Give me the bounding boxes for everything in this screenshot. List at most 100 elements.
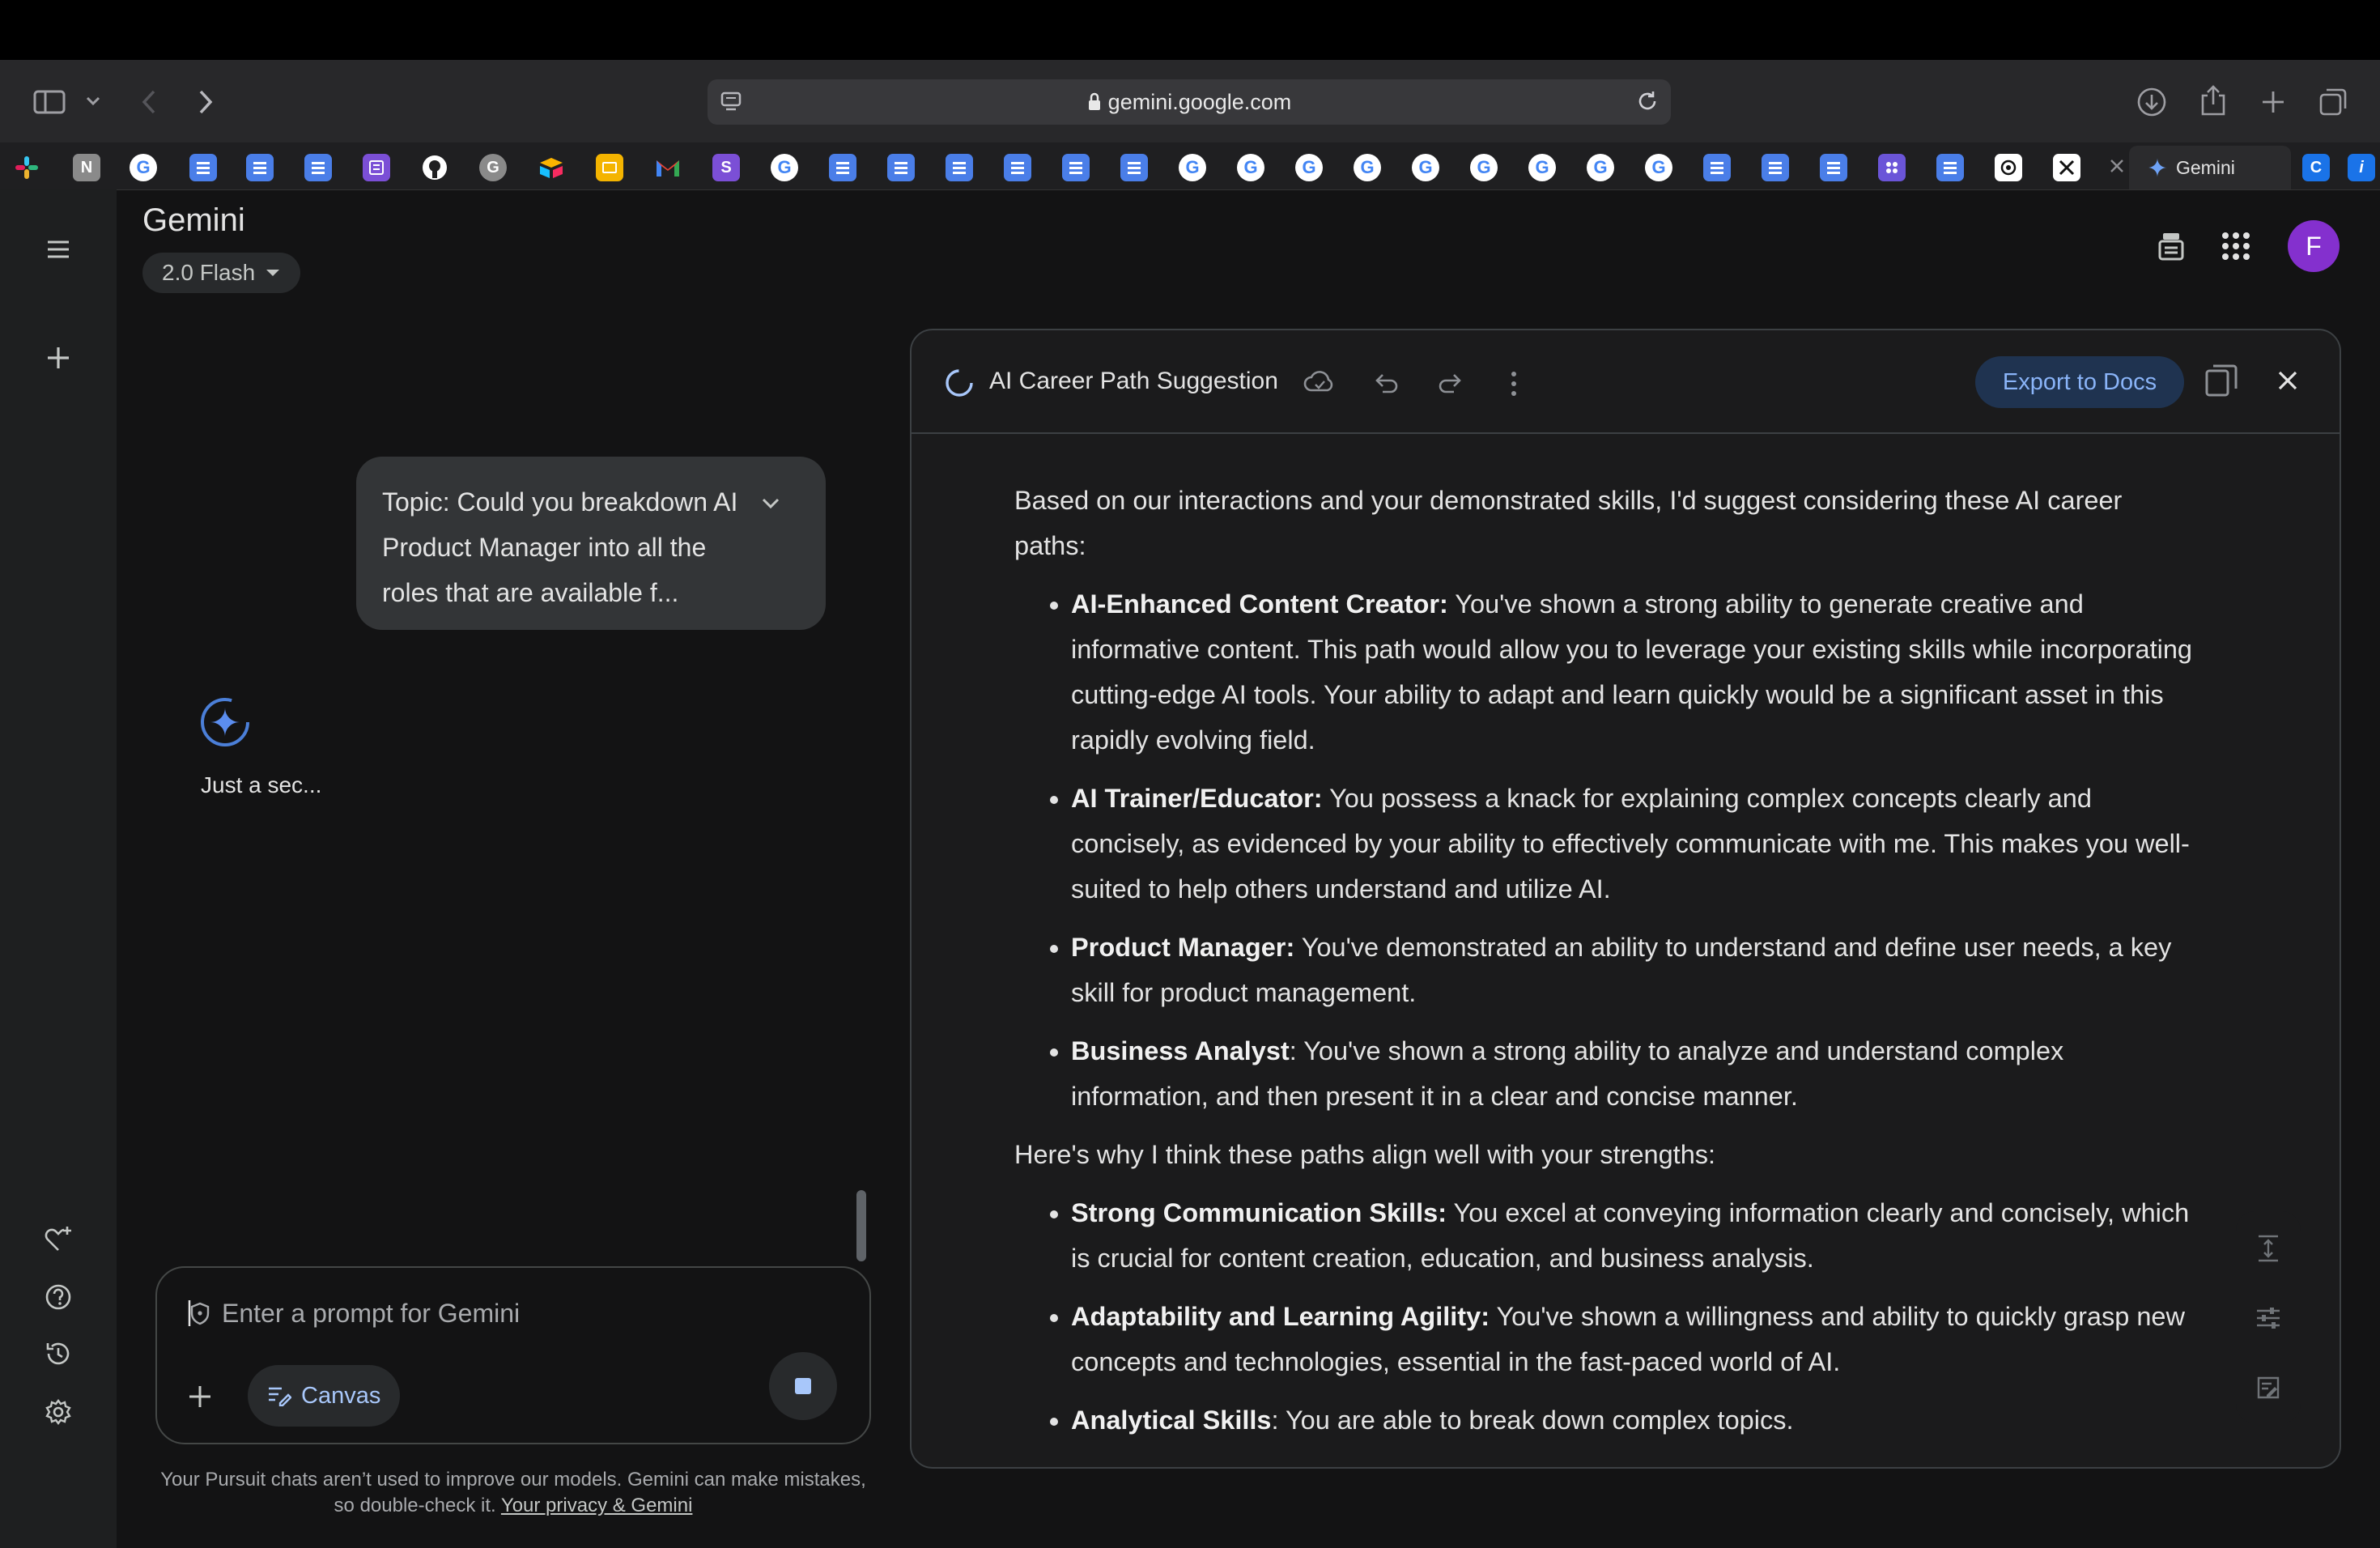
chrome-extension-icon[interactable]	[2153, 228, 2189, 264]
google-tab-icon[interactable]: G	[130, 154, 157, 181]
list-item-title: Analytical Skills	[1071, 1406, 1272, 1435]
address-bar[interactable]: gemini.google.com	[708, 79, 1671, 125]
downloads-icon[interactable]	[2134, 84, 2170, 120]
lock-icon	[1087, 92, 1102, 112]
new-chat-icon[interactable]	[36, 335, 81, 381]
docs-tab-icon[interactable]	[829, 154, 856, 181]
adjust-length-icon[interactable]	[2250, 1231, 2286, 1266]
close-tab-icon[interactable]	[2108, 157, 2126, 175]
docs-tab-icon[interactable]	[246, 154, 274, 181]
list-item-title: Strong Communication Skills:	[1071, 1198, 1447, 1227]
stop-generating-button[interactable]	[769, 1352, 837, 1420]
docs-tab-icon[interactable]	[946, 154, 973, 181]
canvas-icon	[267, 1385, 291, 1406]
google-tab-icon[interactable]: G	[771, 154, 798, 181]
user-message-bubble[interactable]: Topic: Could you breakdown AI Product Ma…	[356, 457, 826, 630]
info-tab-icon[interactable]: i	[2348, 154, 2375, 181]
docs-tab-icon[interactable]	[1936, 154, 1964, 181]
app-title[interactable]: Gemini	[142, 202, 245, 239]
stripe-tab-icon[interactable]: S	[712, 154, 740, 181]
undo-icon[interactable]	[1371, 371, 1400, 397]
list-item: Business Analyst: You've shown a strong …	[1071, 1028, 2196, 1119]
docs-tab-icon[interactable]	[1120, 154, 1148, 181]
openai-tab-icon[interactable]	[1995, 154, 2022, 181]
suggest-edits-icon[interactable]	[2250, 1370, 2286, 1406]
tab-gemini[interactable]: Gemini	[2129, 146, 2291, 189]
doc-subheading: Here's why I think these paths align wel…	[1014, 1140, 1716, 1169]
forward-icon[interactable]	[191, 84, 220, 120]
google-tab-icon[interactable]: G	[1645, 154, 1672, 181]
forms-tab-icon[interactable]	[363, 154, 390, 181]
chevron-down-icon[interactable]	[81, 89, 105, 113]
app-tab-icon[interactable]: C	[2302, 154, 2330, 181]
google-tab-icon[interactable]: G	[1470, 154, 1498, 181]
privacy-link[interactable]: Your privacy & Gemini	[501, 1495, 693, 1516]
airtable-tab-icon[interactable]	[538, 154, 565, 181]
apps-grid-icon[interactable]	[2220, 230, 2252, 262]
close-canvas-icon[interactable]	[2275, 368, 2301, 393]
docs-tab-icon[interactable]	[1703, 154, 1731, 181]
help-icon[interactable]	[36, 1274, 81, 1320]
sidebar-toggle-icon[interactable]	[29, 86, 70, 118]
redo-icon[interactable]	[1436, 371, 1465, 397]
copy-icon[interactable]	[2204, 363, 2239, 398]
screen-top-bar	[0, 0, 2380, 60]
google-tab-icon[interactable]: G	[1179, 154, 1206, 181]
tab-overview-icon[interactable]	[2315, 84, 2351, 120]
google-tab-icon[interactable]: G	[1354, 154, 1381, 181]
share-icon[interactable]	[2195, 83, 2231, 118]
notion-tab-icon[interactable]: N	[73, 154, 100, 181]
list-item-title: Adaptability and Learning Agility:	[1071, 1302, 1490, 1331]
docs-tab-icon[interactable]	[1062, 154, 1090, 181]
docs-tab-icon[interactable]	[1004, 154, 1031, 181]
user-message-text: Topic: Could you breakdown AI Product Ma…	[382, 487, 738, 607]
chat-scrollbar[interactable]	[856, 1190, 866, 1261]
doc-intro: Based on our interactions and your demon…	[1014, 486, 2123, 560]
list-item: Analytical Skills: You are able to break…	[1071, 1397, 2196, 1443]
menu-icon[interactable]	[36, 227, 81, 272]
add-attachment-icon[interactable]	[186, 1383, 214, 1410]
docs-tab-icon[interactable]	[304, 154, 332, 181]
expand-chevron-icon[interactable]	[761, 497, 780, 510]
github-tab-icon[interactable]	[421, 154, 448, 181]
more-options-icon[interactable]	[1506, 369, 1522, 398]
model-selector[interactable]: 2.0 Flash	[142, 253, 301, 293]
list-item: AI Trainer/Educator: You possess a knack…	[1071, 776, 2196, 912]
avatar-letter: F	[2306, 231, 2322, 261]
google-tab-icon[interactable]: G	[1412, 154, 1439, 181]
prompt-placeholder[interactable]: Enter a prompt for Gemini	[222, 1299, 520, 1329]
gemini-spark-icon	[2147, 157, 2168, 178]
x-tab-icon[interactable]	[2053, 154, 2080, 181]
shield-icon	[186, 1299, 210, 1328]
google-tab-icon[interactable]: G	[1295, 154, 1323, 181]
app-tab-icon[interactable]	[1878, 154, 1906, 181]
canvas-button[interactable]: Canvas	[248, 1365, 401, 1427]
activity-icon[interactable]	[36, 1331, 81, 1376]
export-to-docs-button[interactable]: Export to Docs	[1975, 356, 2184, 408]
new-tab-icon[interactable]	[2255, 84, 2291, 120]
caret-down-icon	[265, 268, 281, 278]
google-tab-icon[interactable]: G	[1528, 154, 1556, 181]
back-icon[interactable]	[134, 84, 164, 120]
docs-tab-icon[interactable]	[887, 154, 915, 181]
google-tab-icon[interactable]: G	[1237, 154, 1264, 181]
gem-manager-icon[interactable]	[36, 1216, 81, 1261]
google-tab-icon[interactable]: G	[1587, 154, 1614, 181]
settings-gear-icon[interactable]	[36, 1389, 81, 1435]
canvas-document[interactable]: Based on our interactions and your demon…	[1014, 478, 2196, 1449]
canvas-title[interactable]: AI Career Path Suggestion	[989, 368, 1278, 395]
reading-level-icon[interactable]	[2250, 1300, 2286, 1336]
gmail-tab-icon[interactable]	[654, 154, 682, 181]
reload-icon[interactable]	[1635, 89, 1660, 113]
slack-tab-icon[interactable]	[13, 154, 40, 181]
gemini-loading-icon	[199, 696, 251, 748]
stop-icon	[795, 1378, 811, 1394]
docs-tab-icon[interactable]	[189, 154, 217, 181]
list-item: Strong Communication Skills: You excel a…	[1071, 1190, 2196, 1281]
grammarly-tab-icon[interactable]: G	[479, 154, 507, 181]
docs-tab-icon[interactable]	[1762, 154, 1789, 181]
page-settings-icon[interactable]	[719, 89, 743, 113]
slides-tab-icon[interactable]	[596, 154, 623, 181]
docs-tab-icon[interactable]	[1820, 154, 1847, 181]
avatar[interactable]: F	[2288, 220, 2340, 272]
